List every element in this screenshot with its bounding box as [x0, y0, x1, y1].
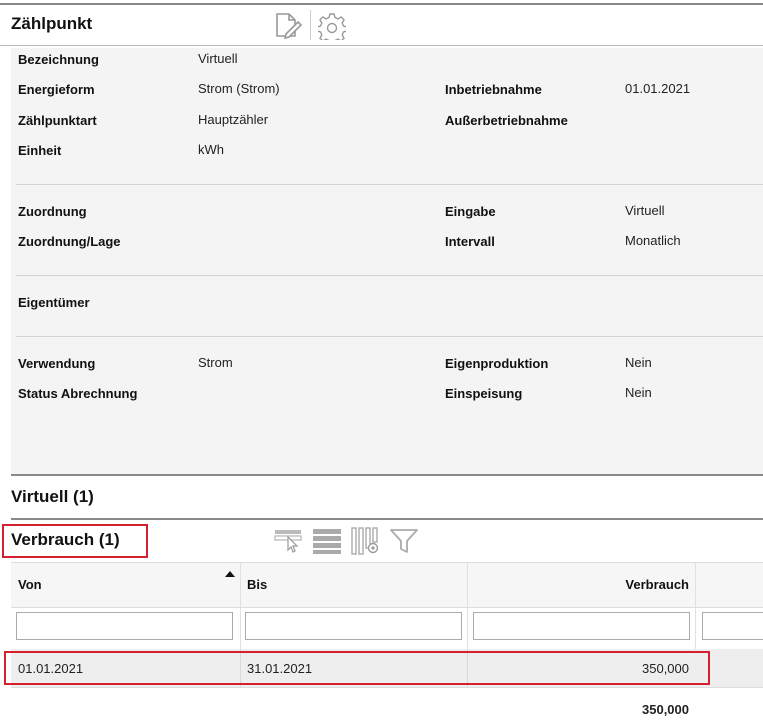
label-energieform: Energieform: [18, 82, 95, 97]
section-title-zaehlpunkt: Zählpunkt: [11, 14, 93, 33]
label-status-abrechnung: Status Abrechnung: [18, 386, 138, 401]
section-border: [11, 518, 763, 520]
column-settings-icon[interactable]: [350, 527, 380, 560]
label-einheit: Einheit: [18, 143, 62, 158]
label-intervall: Intervall: [445, 234, 495, 249]
value-verwendung: Strom: [198, 355, 233, 370]
label-inbetriebnahme: Inbetriebnahme: [445, 82, 542, 97]
highlight-box-title: [2, 524, 148, 558]
label-einspeisung: Einspeisung: [445, 386, 523, 401]
filter-input-verbrauch[interactable]: [473, 612, 690, 640]
icon-separator: [310, 10, 311, 40]
sort-ascending-icon[interactable]: [225, 571, 235, 577]
label-eigentuemer: Eigentümer: [18, 295, 90, 310]
total-verbrauch: 350,000: [642, 702, 689, 717]
value-bezeichnung: Virtuell: [198, 51, 238, 66]
top-border: [0, 3, 763, 5]
label-eigenproduktion: Eigenproduktion: [445, 356, 549, 371]
label-verwendung: Verwendung: [18, 356, 96, 371]
value-inbetriebnahme: 01.01.2021: [625, 81, 691, 96]
highlight-box-row: [4, 651, 710, 685]
edit-document-icon[interactable]: [274, 12, 303, 45]
detail-panel: [11, 48, 763, 474]
label-bezeichnung: Bezeichnung: [18, 52, 99, 67]
rows-icon[interactable]: [312, 527, 342, 560]
column-separator: [467, 563, 468, 649]
select-row-icon[interactable]: [274, 527, 304, 558]
column-header-von[interactable]: Von: [18, 577, 42, 592]
group-divider: [16, 336, 763, 337]
header-divider: [0, 45, 763, 46]
column-separator: [695, 563, 696, 649]
value-intervall: Monatlich: [625, 233, 681, 248]
value-zaehlpunktart: Hauptzähler: [198, 112, 269, 127]
label-zuordnung-lage: Zuordnung/Lage: [18, 234, 121, 249]
value-energieform: Strom (Strom): [198, 81, 280, 96]
group-divider: [16, 184, 763, 185]
section-title-virtuell[interactable]: Virtuell (1): [11, 487, 94, 507]
value-eigenproduktion: Nein: [625, 355, 652, 370]
group-divider: [16, 275, 763, 276]
filter-input-bis[interactable]: [245, 612, 462, 640]
section-border: [11, 474, 763, 476]
filter-input-extra[interactable]: [702, 612, 763, 640]
label-zaehlpunktart: Zählpunktart: [18, 113, 97, 128]
label-eingabe: Eingabe: [445, 204, 496, 219]
filter-icon[interactable]: [389, 527, 419, 560]
label-ausserbetriebnahme: Außerbetriebnahme: [445, 113, 568, 128]
label-zuordnung: Zuordnung: [18, 204, 87, 219]
gear-icon[interactable]: [316, 12, 348, 45]
column-header-bis[interactable]: Bis: [247, 577, 267, 592]
column-header-verbrauch[interactable]: Verbrauch: [475, 577, 689, 592]
filter-input-von[interactable]: [16, 612, 233, 640]
value-eingabe: Virtuell: [625, 203, 665, 218]
value-einspeisung: Nein: [625, 385, 652, 400]
column-separator: [240, 563, 241, 649]
value-einheit: kWh: [198, 142, 224, 157]
